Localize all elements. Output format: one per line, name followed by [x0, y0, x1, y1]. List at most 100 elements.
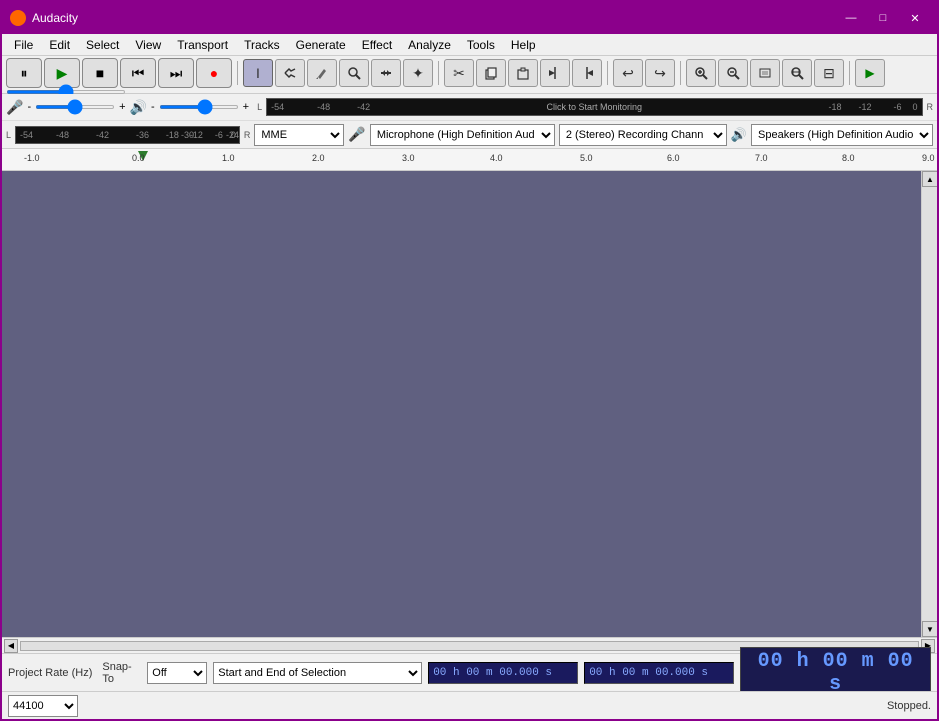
ruler-mark-2: 2.0 [312, 153, 325, 163]
bottom-toolbar: Project Rate (Hz) Snap-To Off Nearest Pr… [2, 653, 937, 691]
select-tool-button[interactable]: I [243, 59, 273, 87]
menu-bar: File Edit Select View Transport Tracks G… [2, 34, 937, 56]
speaker-vol-max: + [243, 101, 249, 113]
mic-vu-row: 🎤 - + 🔊 - + L -54 -48 -42 -18 -12 -6 0 C… [2, 94, 937, 121]
vu-lr-input-label: L [257, 102, 262, 112]
ruler-mark-5: 5.0 [580, 153, 593, 163]
ruler-mark-6: 6.0 [667, 153, 680, 163]
vu-lr-out-label: L [6, 130, 11, 140]
menu-file[interactable]: File [6, 36, 41, 54]
separator-4 [680, 61, 681, 85]
ruler-mark-n1: -1.0 [24, 153, 40, 163]
app-title: Audacity [32, 11, 837, 25]
mic-device-select[interactable]: Microphone (High Definition Aud [370, 124, 555, 146]
mic-icon: 🎤 [6, 99, 23, 116]
selection-format-select[interactable]: Start and End of Selection Start and Len… [213, 662, 422, 684]
menu-view[interactable]: View [127, 36, 169, 54]
menu-tools[interactable]: Tools [459, 36, 503, 54]
menu-tracks[interactable]: Tracks [236, 36, 288, 54]
zoom-selection-button[interactable] [750, 59, 780, 87]
scroll-down-button[interactable]: ▼ [922, 621, 937, 637]
vscroll-track[interactable] [922, 187, 937, 621]
mic-volume-slider[interactable] [35, 105, 115, 109]
undo-button[interactable]: ↩ [613, 59, 643, 87]
vu-device-panel: 🎤 - + 🔊 - + L -54 -48 -42 -18 -12 -6 0 C… [2, 94, 937, 149]
app-icon [10, 10, 26, 26]
ruler-mark-1: 1.0 [222, 153, 235, 163]
trim-button[interactable] [540, 59, 570, 87]
mic-vol-max: + [119, 101, 125, 113]
snap-to-select[interactable]: Off Nearest Prior [147, 662, 207, 684]
record-button[interactable]: ● [196, 58, 232, 88]
separator-1 [237, 61, 238, 85]
host-select[interactable]: MME Windows DirectSound Windows WASAPI [254, 124, 344, 146]
copy-button[interactable] [476, 59, 506, 87]
project-rate-select[interactable]: 44100 22050 48000 [8, 695, 78, 717]
separator-5 [849, 61, 850, 85]
menu-select[interactable]: Select [78, 36, 127, 54]
minimize-button[interactable]: — [837, 8, 865, 28]
vu-lr-out-label-r: R [244, 130, 251, 140]
separator-2 [438, 61, 439, 85]
scroll-up-button[interactable]: ▲ [922, 171, 937, 187]
status-text: Stopped. [887, 700, 931, 712]
slide-tool-button[interactable] [371, 59, 401, 87]
channels-select[interactable]: 2 (Stereo) Recording Chann 1 (Mono) Reco… [559, 124, 727, 146]
menu-edit[interactable]: Edit [41, 36, 78, 54]
zoom-fit-button[interactable] [782, 59, 812, 87]
multi-tool-button[interactable]: ✦ [403, 59, 433, 87]
envelope-tool-button[interactable] [275, 59, 305, 87]
vu-output-meter[interactable]: -54 -48 -42 -36 -30 -24 -18 -12 -6 0 [15, 126, 240, 144]
app-window: Audacity — □ ✕ File Edit Select View Tra… [0, 0, 939, 721]
ruler-mark-3: 3.0 [402, 153, 415, 163]
zoom-tool-button[interactable] [339, 59, 369, 87]
speakers-device-icon: 🔊 [731, 127, 747, 143]
zoom-in-button[interactable] [686, 59, 716, 87]
close-button[interactable]: ✕ [901, 8, 929, 28]
main-toolbar: ⏸ ▶ ■ ⏮ ⏭ ● I ✦ ✂ [2, 56, 937, 94]
skip-forward-button[interactable]: ⏭ [158, 58, 194, 88]
speaker-icon: 🔊 [130, 99, 147, 116]
ruler-mark-0: 0.0 [132, 153, 145, 163]
selection-end-field[interactable] [584, 662, 734, 684]
track-area[interactable] [2, 171, 937, 637]
menu-generate[interactable]: Generate [288, 36, 354, 54]
separator-3 [607, 61, 608, 85]
snap-to-label: Snap-To [102, 661, 141, 685]
cut-button[interactable]: ✂ [444, 59, 474, 87]
menu-effect[interactable]: Effect [354, 36, 400, 54]
mic-vol-min: - [27, 101, 31, 113]
scroll-left-button[interactable]: ◀ [4, 639, 18, 653]
ruler-mark-8: 8.0 [842, 153, 855, 163]
project-rate-label: Project Rate (Hz) [8, 667, 92, 679]
menu-transport[interactable]: Transport [169, 36, 236, 54]
ruler-mark-7: 7.0 [755, 153, 768, 163]
speaker-volume-slider[interactable] [159, 105, 239, 109]
zoom-out2-button[interactable]: ⊟ [814, 59, 844, 87]
draw-tool-button[interactable] [307, 59, 337, 87]
menu-analyze[interactable]: Analyze [400, 36, 459, 54]
monitor-text: Click to Start Monitoring [547, 102, 643, 112]
silence-button[interactable] [572, 59, 602, 87]
ruler-mark-9: 9.0 [922, 153, 935, 163]
vu-input-meter[interactable]: -54 -48 -42 -18 -12 -6 0 Click to Start … [266, 98, 922, 116]
maximize-button[interactable]: □ [869, 8, 897, 28]
title-bar: Audacity — □ ✕ [2, 2, 937, 34]
ruler: -1.0 0.0 1.0 2.0 3.0 4.0 5.0 6.0 7.0 8.0… [2, 149, 937, 171]
mic-device-icon: 🎤 [348, 126, 365, 143]
menu-help[interactable]: Help [503, 36, 544, 54]
play-speed-button[interactable]: ▶ [855, 59, 885, 87]
ruler-mark-4: 4.0 [490, 153, 503, 163]
selection-start-field[interactable] [428, 662, 578, 684]
redo-button[interactable]: ↪ [645, 59, 675, 87]
track-container: ▲ ▼ [2, 171, 937, 637]
status-row: 44100 22050 48000 Stopped. [2, 691, 937, 719]
zoom-out-button[interactable] [718, 59, 748, 87]
vertical-scrollbar: ▲ ▼ [921, 171, 937, 637]
speaker-vol-min: - [151, 101, 155, 113]
speakers-select[interactable]: Speakers (High Definition Audio [751, 124, 933, 146]
window-controls: — □ ✕ [837, 8, 929, 28]
vu-lr-input-label-r: R [927, 102, 934, 112]
speaker-device-row: L -54 -48 -42 -36 -30 -24 -18 -12 -6 0 R… [2, 121, 937, 148]
paste-button[interactable] [508, 59, 538, 87]
